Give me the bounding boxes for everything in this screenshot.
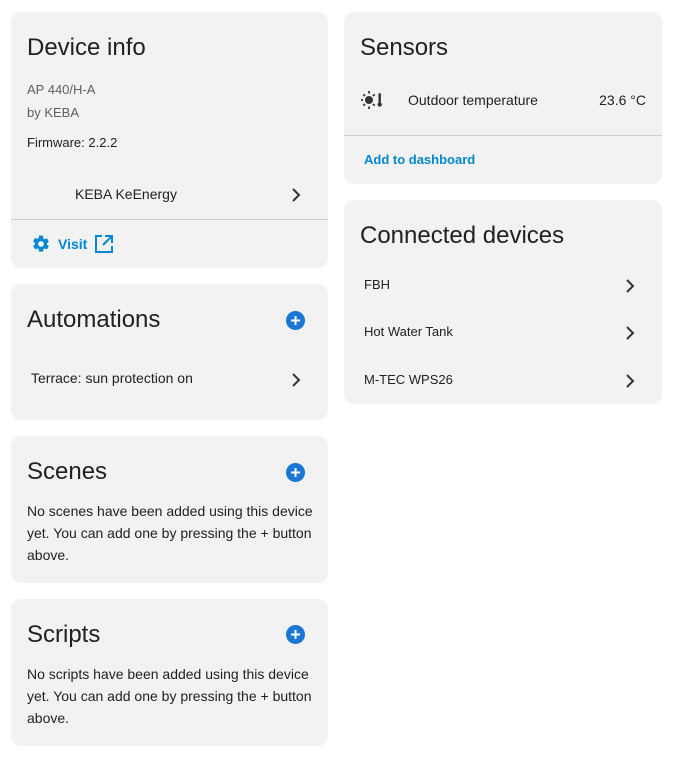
sensor-label: Outdoor temperature <box>408 92 538 108</box>
sensors-card: Sensors Outdoor temperature 23.6 °C Add … <box>344 12 662 184</box>
device-firmware: Firmware: 2.2.2 <box>27 135 118 150</box>
divider <box>11 219 328 220</box>
add-to-dashboard-button[interactable]: Add to dashboard <box>364 152 475 167</box>
gear-icon <box>33 235 49 252</box>
device-manufacturer: by KEBA <box>27 105 80 120</box>
sensor-row[interactable]: Outdoor temperature 23.6 °C <box>344 88 662 112</box>
chevron-right-icon <box>626 326 635 340</box>
divider <box>344 135 662 136</box>
scripts-title: Scripts <box>27 621 101 648</box>
add-script-button[interactable] <box>286 625 305 644</box>
chevron-right-icon <box>626 374 635 388</box>
open-in-new-icon <box>95 235 114 253</box>
integration-row[interactable]: KEBA KeEnergy <box>11 180 328 210</box>
scenes-card: Scenes No scenes have been added using t… <box>11 436 328 583</box>
scenes-empty-text: No scenes have been added using this dev… <box>27 503 313 563</box>
list-item[interactable]: Hot Water Tank <box>344 318 662 346</box>
chevron-right-icon <box>292 188 301 202</box>
connected-device-label: M-TEC WPS26 <box>364 372 453 387</box>
automations-card: Automations Terrace: sun protection on <box>11 284 328 420</box>
sensor-value: 23.6 °C <box>599 92 646 108</box>
connected-devices-card: Connected devices FBH Hot Water Tank M-T… <box>344 200 662 404</box>
scenes-title: Scenes <box>27 458 108 485</box>
list-item[interactable]: Terrace: sun protection on <box>11 364 328 394</box>
plus-icon <box>291 630 300 639</box>
automations-title: Automations <box>27 306 161 333</box>
chevron-right-icon <box>626 279 635 293</box>
scripts-empty-text: No scripts have been added using this de… <box>27 666 312 726</box>
plus-icon <box>291 468 300 477</box>
list-item[interactable]: M-TEC WPS26 <box>344 366 662 394</box>
connected-devices-title: Connected devices <box>360 222 565 249</box>
plus-icon <box>291 316 300 325</box>
sun-thermometer-icon <box>361 91 382 109</box>
connected-device-label: FBH <box>364 277 390 292</box>
automation-label: Terrace: sun protection on <box>31 370 193 386</box>
device-info-card: Device info AP 440/H-A by KEBA Firmware:… <box>11 12 328 268</box>
add-scene-button[interactable] <box>286 463 305 482</box>
visit-link[interactable]: Visit <box>31 233 114 255</box>
sensors-title: Sensors <box>360 34 449 61</box>
scripts-card: Scripts No scripts have been added using… <box>11 599 328 746</box>
add-automation-button[interactable] <box>286 311 305 330</box>
connected-device-label: Hot Water Tank <box>364 324 453 339</box>
list-item[interactable]: FBH <box>344 272 662 300</box>
integration-label: KEBA KeEnergy <box>75 186 177 202</box>
visit-label: Visit <box>58 236 88 252</box>
chevron-right-icon <box>292 373 301 387</box>
device-info-title: Device info <box>27 34 146 61</box>
device-model: AP 440/H-A <box>27 82 96 97</box>
